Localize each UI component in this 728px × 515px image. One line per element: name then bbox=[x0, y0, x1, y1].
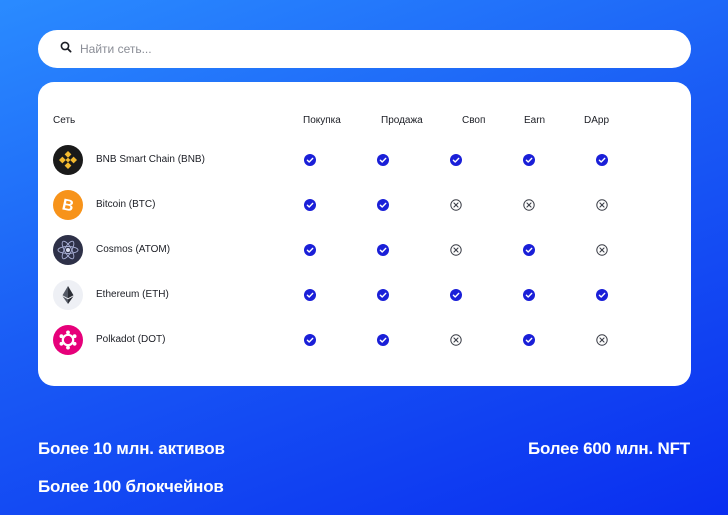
network-name: BNB Smart Chain (BNB) bbox=[96, 154, 205, 165]
stat-nft: Более 600 млн. NFT bbox=[527, 439, 690, 458]
cross-icon bbox=[596, 199, 608, 211]
check-icon bbox=[377, 154, 389, 166]
cross-icon bbox=[523, 199, 535, 211]
cross-icon bbox=[450, 334, 462, 346]
check-icon bbox=[304, 199, 316, 211]
ethereum-icon bbox=[53, 280, 83, 310]
header-sell: Продажа bbox=[381, 115, 423, 126]
cross-icon bbox=[596, 334, 608, 346]
bitcoin-icon: B bbox=[53, 190, 83, 220]
search-bar[interactable] bbox=[38, 30, 691, 68]
table-row[interactable]: B Bitcoin (BTC) bbox=[38, 188, 691, 222]
table-row[interactable]: Polkadot (DOT) bbox=[38, 323, 691, 357]
check-icon bbox=[523, 244, 535, 256]
network-name: Polkadot (DOT) bbox=[96, 334, 166, 345]
cross-icon bbox=[450, 199, 462, 211]
stat-blockchains: Более 100 блокчейнов bbox=[38, 477, 224, 496]
header-network: Сеть bbox=[53, 115, 76, 126]
check-icon bbox=[523, 334, 535, 346]
check-icon bbox=[304, 334, 316, 346]
check-icon bbox=[304, 244, 316, 256]
cosmos-icon bbox=[53, 235, 83, 265]
check-icon bbox=[596, 154, 608, 166]
search-icon bbox=[60, 40, 72, 58]
cross-icon bbox=[450, 244, 462, 256]
check-icon bbox=[377, 334, 389, 346]
bnb-icon bbox=[53, 145, 83, 175]
stat-assets: Более 10 млн. активов bbox=[38, 439, 225, 458]
check-icon bbox=[450, 154, 462, 166]
polkadot-icon bbox=[53, 325, 83, 355]
search-input[interactable] bbox=[80, 42, 691, 56]
table-row[interactable]: Ethereum (ETH) bbox=[38, 278, 691, 312]
check-icon bbox=[304, 289, 316, 301]
check-icon bbox=[596, 289, 608, 301]
table-row[interactable]: BNB Smart Chain (BNB) bbox=[38, 143, 691, 177]
header-earn: Earn bbox=[524, 115, 546, 126]
check-icon bbox=[523, 154, 535, 166]
header-buy: Покупка bbox=[303, 115, 341, 126]
network-name: Ethereum (ETH) bbox=[96, 289, 169, 300]
check-icon bbox=[304, 154, 316, 166]
cross-icon bbox=[596, 244, 608, 256]
check-icon bbox=[450, 289, 462, 301]
check-icon bbox=[377, 244, 389, 256]
header-dapp: DApp bbox=[584, 115, 610, 126]
check-icon bbox=[377, 199, 389, 211]
check-icon bbox=[377, 289, 389, 301]
header-swap: Своп bbox=[462, 115, 486, 126]
check-icon bbox=[523, 289, 535, 301]
network-name: Bitcoin (BTC) bbox=[96, 199, 156, 210]
table-row[interactable]: Cosmos (ATOM) bbox=[38, 233, 691, 267]
networks-table: Сеть Покупка Продажа Своп Earn DApp BNB … bbox=[38, 82, 691, 386]
network-name: Cosmos (ATOM) bbox=[96, 244, 171, 255]
